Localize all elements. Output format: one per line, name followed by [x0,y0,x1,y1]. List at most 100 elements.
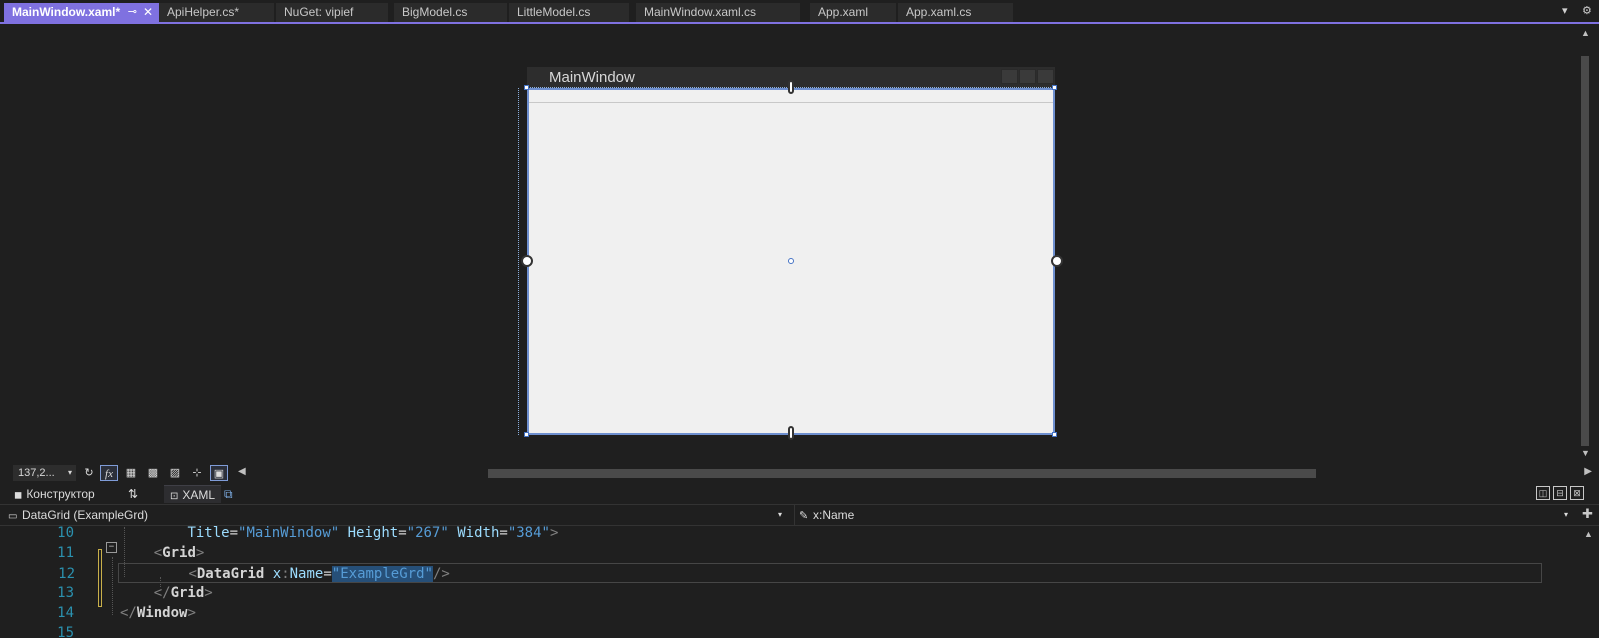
tab-label: App.xaml.cs [906,5,972,19]
tab-designer-label: Конструктор [26,487,95,501]
popout-xaml-icon[interactable]: ⧉ [218,485,239,503]
code-token: "ExampleGrd" [331,566,433,582]
xaml-code-editor[interactable]: − 10 Title="MainWindow" Height="267" Wid… [0,525,1599,638]
code-token: < [153,545,163,561]
gear-icon[interactable]: ⚙ [1582,4,1592,17]
tab-designer[interactable]: ◼ Конструктор [8,485,101,503]
line-number: 15 [57,625,74,638]
maximize-icon [1019,69,1036,84]
scroll-up-icon[interactable]: ▲ [1581,28,1590,38]
code-token: Name [289,566,324,582]
code-token: Height [347,525,399,541]
tab-label: BigModel.cs [402,5,468,19]
code-line[interactable]: 12 <DataGrid x:Name="ExampleGrd"/> [58,563,1542,584]
tab-apihelper-cs[interactable]: ApiHelper.cs* [159,3,274,22]
code-line[interactable]: 14 </Window> [0,603,1580,623]
resize-handle-bottom-right[interactable] [1052,432,1057,437]
scrollbar-thumb[interactable] [488,469,1316,478]
chevron-down-icon[interactable]: ▾ [1564,505,1568,525]
designer-vertical-scrollbar[interactable]: ▲ ▼ [1577,26,1593,462]
line-number: 10 [57,525,74,541]
center-point-icon[interactable] [788,258,794,264]
horizontal-split-icon[interactable]: ⊟ [1553,486,1567,500]
xaml-icon: ⊡ [170,491,179,502]
split-editor-icon[interactable]: ✚ [1582,506,1593,522]
close-icon[interactable]: ✕ [143,3,153,22]
code-token: "267" [406,525,449,541]
snap-icon[interactable]: ⊹ [188,465,206,481]
tab-littlemodel-cs[interactable]: LittleModel.cs [509,3,629,22]
chevron-down-icon[interactable]: ▾ [1562,4,1568,17]
swap-panes-icon[interactable]: ⇅ [122,485,144,503]
tab-mainwindow-xaml[interactable]: MainWindow.xaml* ⊸ ✕ [4,3,159,22]
code-token: > [549,525,559,541]
refresh-icon[interactable]: ↻ [80,465,98,481]
code-text: </Window> [120,603,196,623]
scroll-left-icon[interactable]: ◀ [238,466,246,477]
tab-app-xaml-cs[interactable]: App.xaml.cs [898,3,1013,22]
document-tab-strip: MainWindow.xaml* ⊸ ✕ ApiHelper.cs* NuGet… [0,0,1599,24]
scroll-down-icon[interactable]: ▼ [1581,448,1590,458]
code-token: "384" [507,525,550,541]
code-token: Grid [162,545,196,561]
designer-icon: ◼ [14,490,23,501]
tab-mainwindow-xaml-cs[interactable]: MainWindow.xaml.cs [636,3,800,22]
effects-toggle-icon[interactable]: fx [100,465,118,481]
close-icon [1037,69,1054,84]
selection-guide [518,88,519,435]
designer-horizontal-scrollbar[interactable]: ◀ ▶ [238,465,1592,481]
element-selector-value: DataGrid (ExampleGrd) [22,508,149,522]
margin-anchor-top-icon[interactable] [788,80,794,94]
chevron-down-icon[interactable]: ▾ [778,505,782,525]
code-line[interactable]: 11 <Grid> [0,543,1580,563]
zoom-combobox[interactable]: 137,2... ▾ [13,465,76,481]
scrollbar-thumb[interactable] [1581,56,1589,446]
tab-xaml-label: XAML [182,488,216,502]
snap-gridlines-icon[interactable]: ▣ [210,465,228,481]
code-line[interactable]: 13 </Grid> [0,583,1580,603]
tab-label: App.xaml [818,5,869,19]
code-line[interactable]: 15 [0,623,1580,638]
chevron-down-icon[interactable]: ▾ [68,465,72,481]
tab-app-xaml[interactable]: App.xaml [810,3,896,22]
line-number: 14 [57,605,74,621]
code-token: = [323,566,332,582]
code-token: > [187,605,196,621]
code-text: <Grid> [120,543,205,563]
editor-vertical-scrollbar[interactable]: ▲ [1580,527,1596,638]
scroll-up-icon[interactable]: ▲ [1584,529,1593,539]
vertical-split-icon[interactable]: ◫ [1536,486,1550,500]
code-token: Width [457,525,500,541]
pin-icon[interactable]: ⊸ [128,3,137,22]
code-token: : [281,566,290,582]
scroll-right-icon[interactable]: ▶ [1584,466,1592,477]
member-selector-value: x:Name [813,508,855,522]
tab-nuget-vipief[interactable]: NuGet: vipief [276,3,388,22]
artboard-icon[interactable]: ▨ [166,465,184,481]
margin-anchor-bottom-icon[interactable] [788,426,794,440]
margin-anchor-left-icon[interactable] [521,255,533,267]
code-text: <DataGrid x:Name="ExampleGrd"/> [121,564,450,584]
code-line[interactable]: 10 Title="MainWindow" Height="267" Width… [0,523,1580,543]
layout-grid-icon[interactable]: ▩ [144,465,162,481]
element-selector[interactable]: ▭ DataGrid (ExampleGrd) ▾ [8,505,788,525]
window-title: MainWindow [549,69,635,86]
resize-handle-bottom-left[interactable] [524,432,529,437]
tab-label: LittleModel.cs [517,5,591,19]
code-token: Grid [170,585,205,601]
resize-handle-top-left[interactable] [524,85,529,90]
minimize-icon [1001,69,1018,84]
member-selector[interactable]: ✎ x:Name ▾ [794,505,1574,525]
code-token: x [272,566,282,582]
resize-handle-top-right[interactable] [1052,85,1057,90]
tab-xaml[interactable]: ⊡ XAML [164,485,222,503]
collapse-pane-icon[interactable]: ⊠ [1570,486,1584,500]
tab-label: MainWindow.xaml.cs [644,5,757,19]
grid-icon[interactable]: ▦ [122,465,140,481]
tab-bigmodel-cs[interactable]: BigModel.cs [394,3,507,22]
margin-anchor-right-icon[interactable] [1051,255,1063,267]
